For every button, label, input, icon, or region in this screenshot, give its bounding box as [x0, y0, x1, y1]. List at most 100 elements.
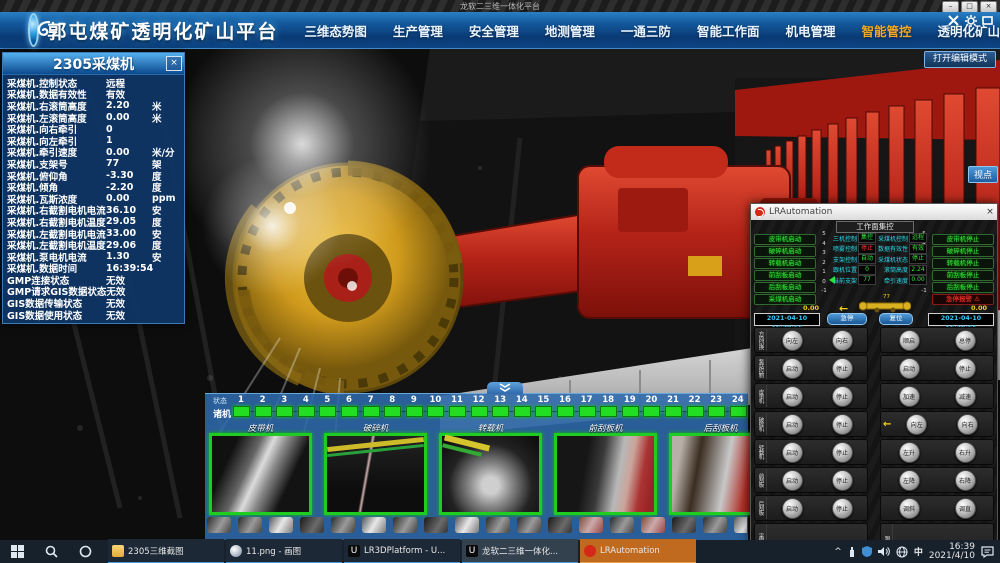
- round-control-button[interactable]: 停止: [955, 358, 976, 379]
- clock[interactable]: 16:39 2021/4/10: [929, 543, 975, 561]
- notification-icon[interactable]: [981, 546, 994, 558]
- round-control-button[interactable]: 向左: [782, 330, 803, 351]
- taskbar-item[interactable]: LRAutomation: [580, 539, 696, 563]
- search-button[interactable]: [34, 540, 68, 563]
- film-thumbnail[interactable]: [672, 517, 696, 533]
- round-control-button[interactable]: 启动: [899, 358, 920, 379]
- control-group: ←向左向右: [880, 411, 994, 437]
- round-control-button[interactable]: 停止: [832, 358, 853, 379]
- open-edit-mode-button[interactable]: 打开编辑模式: [924, 51, 996, 68]
- taskbar-item[interactable]: ULR3DPlatform - U...: [344, 539, 460, 563]
- panel-close-icon[interactable]: ×: [166, 56, 182, 71]
- camera-view[interactable]: [209, 433, 312, 515]
- equipment-stop-button[interactable]: 皮带机停止: [932, 234, 994, 245]
- estop-button[interactable]: 急停: [827, 313, 867, 325]
- film-thumbnail[interactable]: [331, 517, 355, 533]
- film-thumbnail[interactable]: [703, 517, 727, 533]
- cortana-button[interactable]: [68, 540, 102, 563]
- round-control-button[interactable]: 右降: [955, 470, 976, 491]
- shield-icon[interactable]: [862, 546, 872, 557]
- film-thumbnail[interactable]: [641, 517, 665, 533]
- strip-collapse-tab[interactable]: [487, 382, 523, 394]
- support-indicator: 5: [319, 395, 335, 417]
- round-control-button[interactable]: 向右: [957, 414, 978, 435]
- equipment-stop-button[interactable]: 转载机停止: [932, 258, 994, 269]
- lrautomation-close-icon[interactable]: ×: [983, 207, 997, 217]
- round-control-button[interactable]: 总停: [955, 330, 976, 351]
- camera-view[interactable]: [554, 433, 657, 515]
- tab-workface-control[interactable]: 工作面集控: [836, 221, 914, 233]
- round-control-button[interactable]: 启动: [782, 442, 803, 463]
- round-control-button[interactable]: 左降: [899, 470, 920, 491]
- film-thumbnail[interactable]: [300, 517, 324, 533]
- start-button[interactable]: [0, 540, 34, 563]
- nav-item-2[interactable]: 安全管理: [469, 21, 519, 40]
- ime-indicator[interactable]: 中: [914, 545, 923, 558]
- network-globe-icon[interactable]: [896, 546, 908, 558]
- film-thumbnail[interactable]: [486, 517, 510, 533]
- equipment-stop-button[interactable]: 后刮板停止: [932, 282, 994, 293]
- lrautomation-titlebar[interactable]: LRAutomation ×: [751, 204, 997, 221]
- film-thumbnail[interactable]: [517, 517, 541, 533]
- nav-item-6[interactable]: 机电管理: [785, 21, 835, 40]
- round-control-button[interactable]: 向右: [832, 330, 853, 351]
- film-thumbnail[interactable]: [238, 517, 262, 533]
- film-thumbnail[interactable]: [734, 517, 747, 533]
- tools-icon[interactable]: [947, 14, 960, 27]
- film-thumbnail[interactable]: [610, 517, 634, 533]
- round-control-button[interactable]: 启动: [782, 498, 803, 519]
- gear-icon[interactable]: [964, 14, 977, 27]
- round-control-button[interactable]: 停止: [832, 386, 853, 407]
- panel-header[interactable]: 2305采煤机 ×: [3, 53, 184, 75]
- film-thumbnail[interactable]: [455, 517, 479, 533]
- equipment-stop-button[interactable]: 破碎机停止: [932, 246, 994, 257]
- round-control-button[interactable]: 向左: [906, 414, 927, 435]
- round-control-button[interactable]: 启动: [782, 386, 803, 407]
- nav-item-4[interactable]: 一通三防: [621, 21, 671, 40]
- equipment-start-button[interactable]: 破碎机启动: [754, 246, 816, 257]
- taskbar-item[interactable]: 11.png - 画图: [226, 539, 342, 563]
- round-control-button[interactable]: 停止: [832, 414, 853, 435]
- round-control-button[interactable]: 调直: [955, 498, 976, 519]
- taskbar-item[interactable]: 2305三维截图: [108, 539, 224, 563]
- viewpoint-button[interactable]: 视点: [968, 166, 998, 183]
- restore-window-icon[interactable]: [981, 14, 994, 27]
- film-thumbnail[interactable]: [548, 517, 572, 533]
- nav-item-3[interactable]: 地测管理: [545, 21, 595, 40]
- support-status-square: [384, 406, 401, 417]
- equipment-start-button[interactable]: 转载机启动: [754, 258, 816, 269]
- round-control-button[interactable]: 左升: [899, 442, 920, 463]
- round-control-button[interactable]: 启动: [782, 358, 803, 379]
- camera-view[interactable]: [324, 433, 427, 515]
- round-control-button[interactable]: 顺启: [899, 330, 920, 351]
- film-thumbnail[interactable]: [393, 517, 417, 533]
- equipment-start-button[interactable]: 后刮板启动: [754, 282, 816, 293]
- usb-icon[interactable]: [848, 546, 856, 557]
- nav-item-7[interactable]: 智能管控: [861, 21, 911, 40]
- round-control-button[interactable]: 减速: [955, 386, 976, 407]
- speaker-icon[interactable]: [878, 546, 890, 557]
- film-thumbnail[interactable]: [579, 517, 603, 533]
- nav-item-5[interactable]: 智能工作面: [697, 21, 760, 40]
- round-control-button[interactable]: 停止: [832, 470, 853, 491]
- film-thumbnail[interactable]: [207, 517, 231, 533]
- round-control-button[interactable]: 停止: [832, 498, 853, 519]
- camera-view[interactable]: [439, 433, 542, 515]
- film-thumbnail[interactable]: [269, 517, 293, 533]
- round-control-button[interactable]: 停止: [832, 442, 853, 463]
- nav-item-1[interactable]: 生产管理: [393, 21, 443, 40]
- round-control-button[interactable]: 启动: [782, 414, 803, 435]
- reset-button[interactable]: 复位: [879, 313, 913, 325]
- hidden-icons-chevron[interactable]: ^: [834, 547, 842, 557]
- nav-item-0[interactable]: 三维态势图: [304, 21, 367, 40]
- equipment-stop-button[interactable]: 前刮板停止: [932, 270, 994, 281]
- round-control-button[interactable]: 启动: [782, 470, 803, 491]
- film-thumbnail[interactable]: [362, 517, 386, 533]
- taskbar-item[interactable]: U龙软二三维一体化...: [462, 539, 578, 563]
- round-control-button[interactable]: 加速: [899, 386, 920, 407]
- round-control-button[interactable]: 右升: [955, 442, 976, 463]
- round-control-button[interactable]: 调斜: [899, 498, 920, 519]
- equipment-start-button[interactable]: 前刮板启动: [754, 270, 816, 281]
- film-thumbnail[interactable]: [424, 517, 448, 533]
- equipment-start-button[interactable]: 皮带机启动: [754, 234, 816, 245]
